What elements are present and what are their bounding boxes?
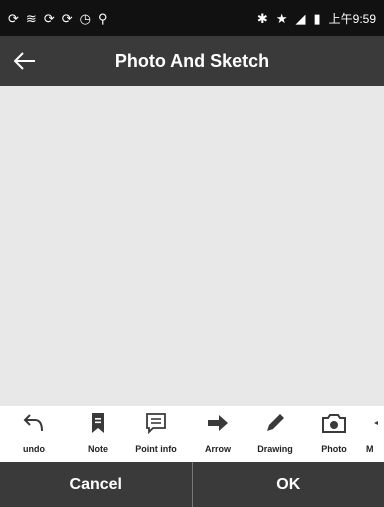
undo-icon (23, 414, 43, 432)
status-left-icons: ⟳ ≋ ⟳ ⟳ ◷ ⚲ (8, 12, 108, 25)
arrow-left-icon (14, 52, 35, 70)
back-button[interactable] (0, 36, 50, 86)
status-bar: ⟳ ≋ ⟳ ⟳ ◷ ⚲ ✱ ★ ◢ ▮ 上午9:59 (0, 0, 384, 36)
sync-icon: ⟳ (43, 10, 55, 26)
signal-icon: ◢ (295, 10, 306, 26)
cancel-button[interactable]: Cancel (0, 462, 192, 507)
sync-icon: ⟳ (8, 10, 19, 26)
photo-label: Photo (321, 444, 347, 454)
location-icon: ⚲ (97, 10, 108, 26)
note-label: Note (88, 444, 108, 454)
more-tool-label: M (366, 444, 374, 454)
note-button[interactable]: Note (70, 406, 126, 462)
sketch-toolbar: undo Note Point info Arrow Drawing Photo… (0, 406, 384, 462)
ok-button[interactable]: OK (193, 462, 384, 507)
battery-icon: ▮ (313, 10, 321, 26)
point-info-label: Point info (135, 444, 177, 454)
clock-icon: ◷ (79, 10, 91, 26)
bottom-action-bar: Cancel OK (0, 462, 384, 507)
undo-label: undo (23, 444, 45, 454)
status-time: 上午9:59 (328, 11, 376, 26)
undo-button[interactable]: undo (6, 406, 62, 462)
page-title: Photo And Sketch (114, 50, 270, 71)
drawing-button[interactable]: Drawing (247, 406, 303, 462)
sketch-canvas[interactable] (0, 86, 384, 406)
status-right-icons: ✱ ★ ◢ ▮ 上午9:59 (257, 10, 376, 27)
camera-icon (322, 414, 346, 433)
arrow-right-icon (208, 415, 228, 431)
sync-icon: ⟳ (61, 10, 73, 26)
partial-tool-icon (374, 421, 378, 425)
arrow-label: Arrow (204, 444, 231, 454)
app-bar: Photo And Sketch (0, 36, 384, 86)
drawing-label: Drawing (257, 444, 293, 454)
point-info-button[interactable]: Point info (128, 406, 184, 462)
wifi-icon: ≋ (25, 10, 37, 26)
more-tool-button[interactable]: M (366, 406, 384, 462)
star-icon: ★ (275, 10, 288, 26)
pencil-icon (267, 414, 284, 431)
arrow-button[interactable]: Arrow (190, 406, 246, 462)
photo-button[interactable]: Photo (306, 406, 362, 462)
comment-icon (146, 413, 166, 435)
bluetooth-icon: ✱ (256, 10, 268, 26)
bookmark-icon (92, 413, 104, 433)
